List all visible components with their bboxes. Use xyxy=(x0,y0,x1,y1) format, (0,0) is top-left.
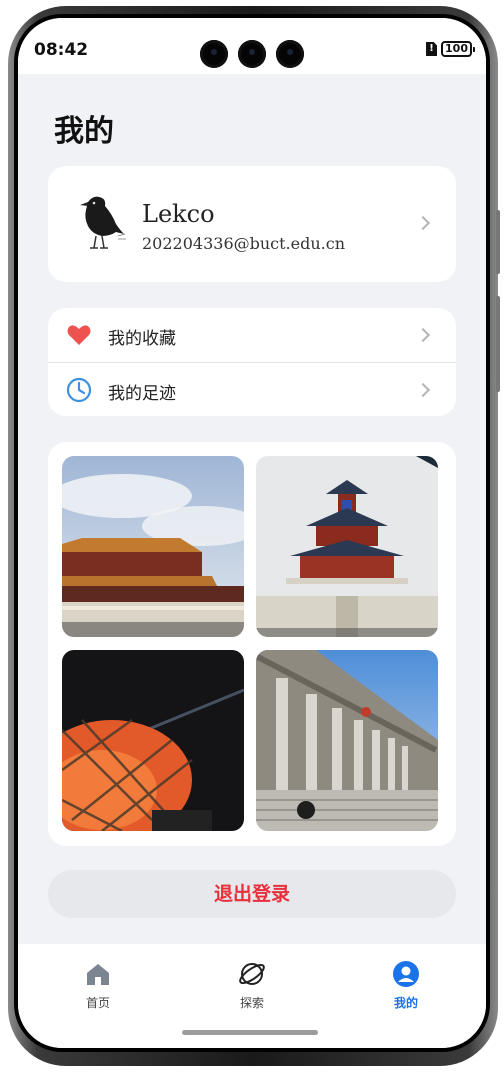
status-icons: ! 100 xyxy=(426,41,475,57)
power-button xyxy=(496,296,500,392)
profile-icon xyxy=(393,961,419,987)
user-name: Lekco xyxy=(142,200,215,228)
birds-nest-photo[interactable] xyxy=(62,650,244,831)
camera-lens-icon xyxy=(200,40,228,68)
tab-label: 我的 xyxy=(393,996,418,1010)
camera-lens-icon xyxy=(276,40,304,68)
forbidden-city-photo[interactable] xyxy=(62,456,244,637)
photo-gallery xyxy=(48,442,456,846)
home-icon xyxy=(87,964,109,985)
camera-lens-icon xyxy=(238,40,266,68)
menu-item-label: 我的收藏 xyxy=(108,329,176,349)
home-indicator[interactable] xyxy=(182,1030,318,1035)
tab-home[interactable]: 首页 xyxy=(58,960,138,1011)
crow-avatar-icon xyxy=(80,196,126,249)
chevron-right-icon xyxy=(415,382,431,398)
page-title: 我的 xyxy=(54,114,114,149)
chevron-right-icon xyxy=(415,215,431,231)
planet-icon xyxy=(239,963,265,985)
temple-of-heaven-photo[interactable] xyxy=(256,456,438,637)
tab-label: 探索 xyxy=(239,996,264,1010)
menu-card: 我的收藏 我的足迹 xyxy=(48,308,456,416)
tab-explore[interactable]: 探索 xyxy=(212,960,292,1011)
profile-card[interactable]: Lekco 202204336@buct.edu.cn xyxy=(48,166,456,282)
status-time: 08:42 xyxy=(34,40,89,60)
menu-item-label: 我的足迹 xyxy=(108,384,176,404)
tab-profile[interactable]: 我的 xyxy=(366,960,446,1011)
chevron-right-icon xyxy=(415,327,431,343)
battery-icon: 100 xyxy=(441,41,475,57)
user-email: 202204336@buct.edu.cn xyxy=(142,234,346,253)
great-hall-photo[interactable] xyxy=(256,650,438,831)
status-bar: 08:42 ! 100 xyxy=(18,18,486,74)
tab-label: 首页 xyxy=(85,996,110,1010)
heart-icon xyxy=(67,325,91,345)
phone-bezel: 08:42 ! 100 我的 Lekco 202204336@buct.edu.… xyxy=(14,14,490,1052)
menu-item-favorites[interactable]: 我的收藏 xyxy=(48,308,456,362)
logout-button[interactable]: 退出登录 xyxy=(48,870,456,918)
menu-item-history[interactable]: 我的足迹 xyxy=(48,362,456,416)
clock-icon xyxy=(66,377,92,403)
screen: 08:42 ! 100 我的 Lekco 202204336@buct.edu.… xyxy=(18,18,486,1048)
volume-button xyxy=(496,210,500,274)
sim-alert-icon: ! xyxy=(426,42,438,56)
